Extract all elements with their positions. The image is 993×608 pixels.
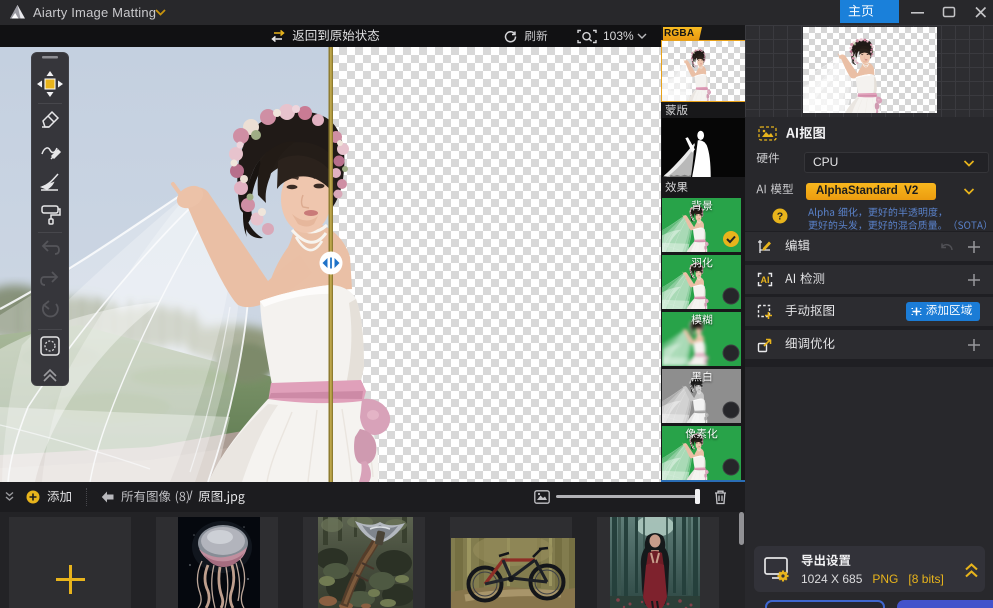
svg-text:AI: AI	[761, 275, 770, 285]
svg-text:?: ?	[777, 211, 783, 223]
